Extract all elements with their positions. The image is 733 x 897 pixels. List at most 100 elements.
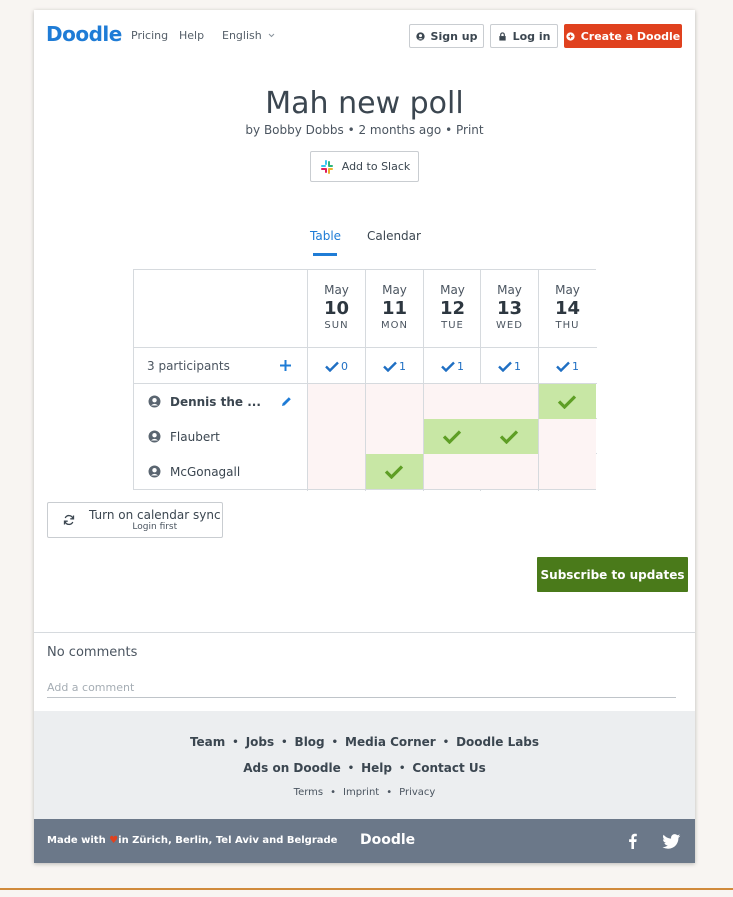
vote-count-value: 1: [572, 359, 579, 373]
footer-doodle-logo[interactable]: Doodle: [360, 832, 415, 848]
vote-count: 1: [424, 348, 481, 384]
date-day: 11: [381, 298, 408, 319]
footer-link-privacy[interactable]: Privacy: [399, 787, 435, 798]
user-icon: [415, 31, 425, 41]
date-weekday: MON: [381, 320, 408, 331]
date-header: May 12 TUE: [424, 270, 481, 348]
vote-cell-no: [308, 384, 365, 419]
vote-count: 0: [308, 348, 365, 384]
footer-link-jobs[interactable]: Jobs: [246, 735, 274, 749]
create-doodle-label: Create a Doodle: [580, 29, 681, 43]
footer-link-ads[interactable]: Ads on Doodle: [243, 761, 340, 775]
sync-text: Turn on calendar sync Login first: [89, 508, 221, 532]
date-weekday: WED: [496, 320, 523, 331]
add-to-slack-label: Add to Slack: [341, 160, 411, 173]
active-tab-indicator: [313, 253, 337, 256]
check-icon: [556, 361, 570, 372]
comment-input[interactable]: [47, 677, 676, 698]
slack-icon: [320, 159, 333, 174]
date-day: 13: [496, 298, 523, 319]
create-doodle-button[interactable]: Create a Doodle: [564, 24, 682, 48]
footer-links-secondary: Ads on Doodle • Help • Contact Us: [34, 761, 695, 775]
sync-sublabel: Login first: [132, 522, 178, 532]
footer-separator: •: [330, 787, 337, 798]
date-weekday: SUN: [324, 320, 349, 331]
vote-count: 1: [481, 348, 538, 384]
check-icon: [498, 361, 512, 372]
twitter-icon[interactable]: [662, 834, 681, 849]
print-link[interactable]: Print: [456, 123, 484, 137]
vote-cell-no: [481, 384, 538, 419]
footer-link-help[interactable]: Help: [361, 761, 392, 775]
made-with-prefix: Made with: [47, 835, 106, 846]
plus-circle-icon: [566, 31, 575, 41]
byline-separator: •: [347, 123, 355, 137]
chevron-down-icon: [268, 33, 275, 38]
nav-help[interactable]: Help: [179, 29, 204, 42]
date-header: May 11 MON: [366, 270, 423, 348]
date-month: May: [497, 283, 522, 297]
divider: [34, 632, 695, 633]
poll-title: Mah new poll: [265, 86, 464, 121]
tab-calendar[interactable]: Calendar: [367, 229, 421, 243]
footer-link-media-corner[interactable]: Media Corner: [345, 735, 436, 749]
vote-cell-no: [424, 384, 481, 419]
vote-count-value: 1: [514, 359, 521, 373]
poll-time-ago: 2 months ago: [358, 123, 442, 137]
date-month: May: [440, 283, 465, 297]
subscribe-button[interactable]: Subscribe to updates: [537, 557, 688, 592]
footer-separator: •: [281, 736, 288, 748]
facebook-icon[interactable]: [628, 833, 637, 849]
date-header: May 10 SUN: [308, 270, 365, 348]
vote-cell-no: [308, 419, 365, 454]
footer-link-team[interactable]: Team: [190, 735, 225, 749]
check-icon: [384, 465, 404, 479]
check-icon: [499, 430, 519, 444]
footer-separator: •: [232, 736, 239, 748]
nav-pricing[interactable]: Pricing: [131, 29, 168, 42]
plus-icon[interactable]: [279, 359, 292, 372]
check-icon: [442, 430, 462, 444]
footer-link-doodle-labs[interactable]: Doodle Labs: [456, 735, 539, 749]
check-icon: [325, 361, 339, 372]
footer-separator: •: [347, 762, 355, 774]
pencil-icon[interactable]: [280, 395, 293, 408]
made-with-suffix: in Zürich, Berlin, Tel Aviv and Belgrade: [118, 835, 338, 846]
date-month: May: [324, 283, 349, 297]
participants-count: 3 participants: [147, 359, 230, 373]
date-header: May 14 THU: [539, 270, 596, 348]
check-icon: [383, 361, 397, 372]
add-to-slack-button[interactable]: Add to Slack: [310, 151, 419, 182]
date-day: 10: [323, 298, 350, 319]
vote-cell-yes: [481, 419, 538, 454]
language-select[interactable]: English: [222, 29, 275, 42]
footer-links-primary: Team • Jobs • Blog • Media Corner • Dood…: [34, 735, 695, 749]
calendar-sync-button[interactable]: Turn on calendar sync Login first: [47, 502, 223, 538]
poll-author: by Bobby Dobbs: [245, 123, 344, 137]
lock-icon: [498, 31, 506, 41]
participant-row: Dennis the ...: [134, 384, 308, 419]
footer-link-imprint[interactable]: Imprint: [343, 787, 379, 798]
date-weekday: TUE: [441, 320, 464, 331]
vote-count: 1: [366, 348, 423, 384]
footer-legal-links: Terms • Imprint • Privacy: [34, 787, 695, 798]
footer-link-blog[interactable]: Blog: [295, 735, 325, 749]
poll-byline: by Bobby Dobbs • 2 months ago • Print: [34, 123, 695, 137]
login-button[interactable]: Log in: [490, 24, 558, 48]
vote-cell-no: [539, 454, 596, 489]
check-icon: [441, 361, 455, 372]
participant-row: McGonagall: [134, 454, 308, 489]
byline-separator: •: [445, 123, 453, 137]
doodle-logo[interactable]: Doodle: [46, 22, 122, 46]
footer-link-contact[interactable]: Contact Us: [412, 761, 485, 775]
tab-table[interactable]: Table: [310, 229, 341, 243]
poll-card: Doodle Pricing Help English Sign up Log …: [34, 10, 695, 863]
signup-button[interactable]: Sign up: [409, 24, 484, 48]
date-day: 12: [439, 298, 466, 319]
vote-count-value: 1: [457, 359, 464, 373]
vote-cell-yes: [424, 419, 481, 454]
date-weekday: THU: [555, 320, 580, 331]
date-header: May 13 WED: [481, 270, 538, 348]
footer-link-terms[interactable]: Terms: [294, 787, 323, 798]
user-icon: [148, 465, 161, 478]
